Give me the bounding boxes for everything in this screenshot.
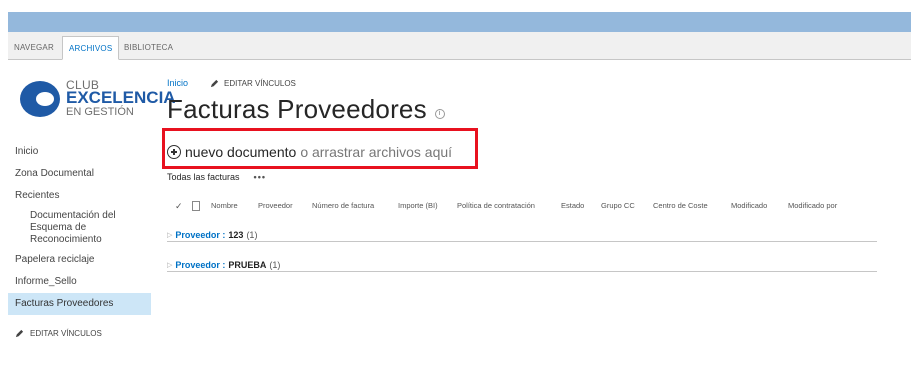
column-header-numero-factura[interactable]: Número de factura (312, 200, 374, 212)
drag-files-hint: o arrastrar archivos aquí (300, 144, 453, 160)
tab-biblioteca[interactable]: BIBLIOTECA (124, 36, 173, 60)
group-row-prueba[interactable]: ▷ Proveedor : PRUEBA (1) (167, 258, 877, 272)
page-title: Facturas Proveedores i (167, 94, 445, 125)
info-icon[interactable]: i (434, 108, 445, 119)
view-selector: Todas las facturas ••• (167, 172, 266, 182)
nav-item-informe-sello[interactable]: Informe_Sello (8, 271, 151, 293)
pencil-icon (15, 329, 24, 338)
group-value: PRUEBA (228, 259, 267, 270)
nav-item-documentacion-esquema[interactable]: Documentación del Esquema de Reconocimie… (8, 207, 126, 249)
page-body: CLUB EXCELENCIA EN GESTIÓN Inicio Zona D… (8, 61, 911, 365)
breadcrumb: Inicio EDITAR VÍNCULOS (167, 78, 296, 88)
nav-item-inicio[interactable]: Inicio (8, 141, 151, 163)
new-document-link[interactable]: nuevo documento (185, 144, 296, 160)
pencil-icon (210, 79, 219, 87)
group-field: Proveedor : (175, 259, 226, 270)
edit-links-nav-label: EDITAR VÍNCULOS (30, 329, 102, 338)
group-value: 123 (228, 229, 244, 240)
nav-item-papelera[interactable]: Papelera reciclaje (8, 249, 151, 271)
view-all-invoices[interactable]: Todas las facturas (167, 172, 240, 182)
column-header-politica[interactable]: Política de contratación (457, 200, 535, 212)
logo-mark-icon (20, 81, 60, 117)
more-views-icon[interactable]: ••• (254, 172, 266, 182)
ribbon: NAVEGAR ARCHIVOS BIBLIOTECA (8, 32, 911, 60)
logo-line-3: EN GESTIÓN (66, 106, 134, 118)
tab-navegar[interactable]: NAVEGAR (14, 36, 54, 60)
logo-line-2: EXCELENCIA (66, 88, 176, 107)
expand-triangle-icon[interactable]: ▷ (167, 231, 172, 239)
document-type-icon (192, 201, 200, 211)
column-header-estado[interactable]: Estado (561, 200, 584, 212)
nav-item-zona-documental[interactable]: Zona Documental (8, 163, 151, 185)
column-header-grupo-cc[interactable]: Grupo CC (601, 200, 635, 212)
group-count: (1) (246, 229, 258, 240)
breadcrumb-home[interactable]: Inicio (167, 78, 188, 88)
edit-links-top[interactable]: EDITAR VÍNCULOS (210, 79, 296, 88)
column-header-proveedor[interactable]: Proveedor (258, 200, 293, 212)
column-header-modificado[interactable]: Modificado (731, 200, 767, 212)
suite-bar (8, 12, 911, 32)
group-row-123[interactable]: ▷ Proveedor : 123 (1) (167, 228, 877, 242)
plus-circle-icon[interactable] (167, 145, 181, 159)
group-count: (1) (269, 259, 281, 270)
select-all-checkmark-icon[interactable]: ✓ (175, 200, 183, 212)
column-header-centro-coste[interactable]: Centro de Coste (653, 200, 708, 212)
tab-archivos[interactable]: ARCHIVOS (62, 36, 120, 60)
column-header-nombre[interactable]: Nombre (211, 200, 238, 212)
left-navigation: Inicio Zona Documental Recientes Documen… (8, 141, 151, 315)
column-header-importe[interactable]: Importe (BI) (398, 200, 438, 212)
page-title-text: Facturas Proveedores (167, 94, 427, 124)
edit-links-top-label: EDITAR VÍNCULOS (224, 78, 296, 88)
column-header-modificado-por[interactable]: Modificado por (788, 200, 837, 212)
nav-item-recientes[interactable]: Recientes (8, 185, 151, 207)
new-document-bar: nuevo documento o arrastrar archivos aqu… (167, 144, 452, 160)
edit-links-nav[interactable]: EDITAR VÍNCULOS (15, 329, 102, 338)
group-field: Proveedor : (175, 229, 226, 240)
expand-triangle-icon[interactable]: ▷ (167, 261, 172, 269)
site-logo[interactable]: CLUB EXCELENCIA EN GESTIÓN (19, 76, 176, 121)
nav-item-facturas-proveedores[interactable]: Facturas Proveedores (8, 293, 151, 315)
